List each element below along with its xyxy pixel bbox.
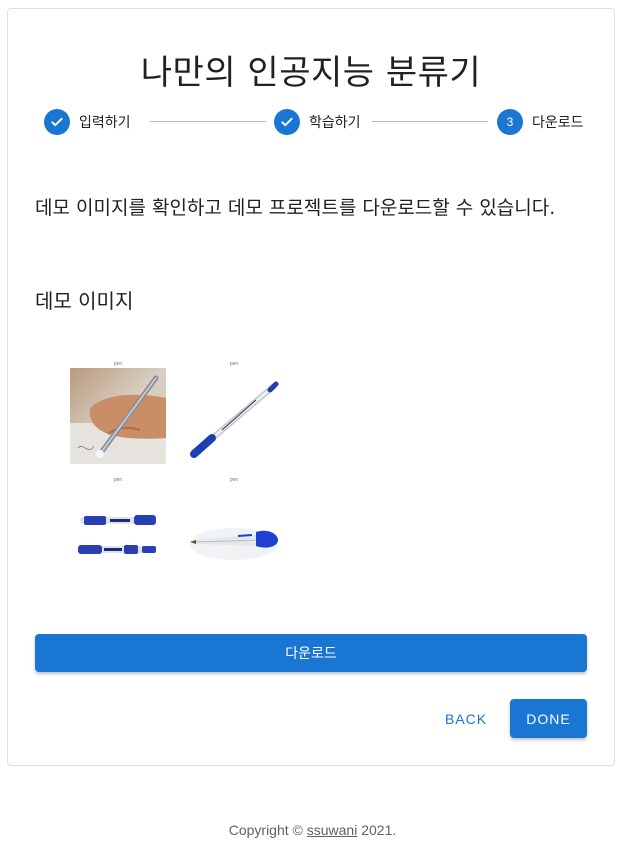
step-label: 학습하기 [309, 115, 361, 131]
image-caption: pen [113, 361, 123, 367]
back-button[interactable]: BACK [436, 700, 496, 738]
step-label: 다운로드 [532, 115, 584, 131]
step-input: 입력하기 [44, 108, 131, 136]
page-title: 나만의 인공지능 분류기 [140, 53, 482, 93]
main-card: 나만의 인공지능 분류기 입력하기 학습하기 3 다운로드 데모 이미지를 확인… [7, 8, 615, 766]
ballpoint-closeup-image [186, 484, 282, 580]
check-icon [274, 109, 300, 135]
description: 데모 이미지를 확인하고 데모 프로젝트를 다운로드할 수 있습니다. [35, 197, 556, 219]
demo-image: pen [70, 476, 166, 580]
ballpoint-pen-image [186, 368, 282, 464]
demo-image: pen [186, 476, 282, 580]
footer-suffix: 2021. [357, 822, 397, 838]
image-caption: pen [229, 361, 239, 367]
demo-heading: 데모 이미지 [35, 289, 134, 313]
gel-pens-image [70, 484, 166, 580]
download-button[interactable]: 다운로드 [35, 634, 587, 672]
footer-prefix: Copyright © [228, 822, 307, 838]
stepper: 입력하기 학습하기 3 다운로드 [44, 108, 594, 136]
pen-writing-image [70, 368, 166, 464]
step-label: 입력하기 [79, 115, 131, 131]
demo-image: pen [186, 360, 282, 464]
step-download: 3 다운로드 [497, 108, 584, 136]
step-number: 3 [497, 109, 523, 135]
step-train: 학습하기 [274, 108, 361, 136]
author-link[interactable]: ssuwani [307, 822, 358, 838]
step-connector [372, 121, 488, 122]
check-icon [44, 109, 70, 135]
done-button[interactable]: DONE [510, 699, 587, 738]
image-caption: pen [229, 477, 239, 483]
footer: Copyright © ssuwani 2021. [0, 822, 625, 838]
image-caption: pen [113, 477, 123, 483]
demo-image: pen [70, 360, 166, 464]
step-connector [150, 121, 266, 122]
